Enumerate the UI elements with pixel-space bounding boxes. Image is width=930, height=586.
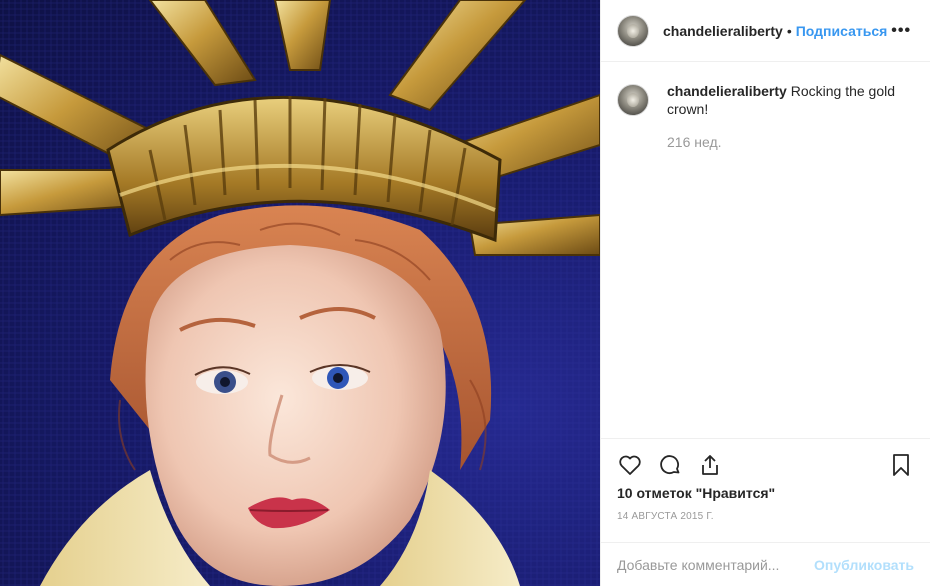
comment-input[interactable]: [617, 556, 815, 573]
instagram-post: chandelieraliberty • Подписаться ••• cha…: [0, 0, 930, 586]
action-bar: [617, 439, 914, 491]
comment-composer: Опубликовать: [601, 542, 930, 586]
header-separator: •: [786, 22, 792, 39]
caption-row: chandelieraliberty Rocking the gold crow…: [617, 82, 914, 118]
actions-area: 10 отметок "Нравится" 14 АВГУСТА 2015 Г.: [601, 438, 930, 542]
caption-text: chandelieraliberty Rocking the gold crow…: [667, 82, 907, 118]
bookmark-icon[interactable]: [888, 452, 914, 478]
caption-avatar[interactable]: [617, 84, 649, 116]
post-date[interactable]: 14 АВГУСТА 2015 Г.: [617, 511, 914, 522]
post-header: chandelieraliberty • Подписаться •••: [601, 0, 930, 62]
statue-figurine-image: [0, 0, 600, 586]
caption-username[interactable]: chandelieraliberty: [667, 83, 787, 99]
more-options-icon[interactable]: •••: [887, 18, 915, 44]
author-avatar[interactable]: [617, 14, 649, 47]
follow-button[interactable]: Подписаться: [796, 23, 888, 39]
post-side-panel: chandelieraliberty • Подписаться ••• cha…: [600, 0, 930, 586]
comments-section: chandelieraliberty Rocking the gold crow…: [601, 62, 930, 438]
author-username[interactable]: chandelieraliberty: [663, 23, 783, 39]
caption-time-ago[interactable]: 216 нед.: [667, 134, 914, 150]
likes-count[interactable]: 10 отметок "Нравится": [617, 485, 914, 501]
publish-button[interactable]: Опубликовать: [814, 557, 914, 573]
heart-icon[interactable]: [617, 452, 643, 478]
comment-icon[interactable]: [657, 452, 683, 478]
post-photo[interactable]: [0, 0, 600, 586]
share-icon[interactable]: [697, 452, 723, 478]
